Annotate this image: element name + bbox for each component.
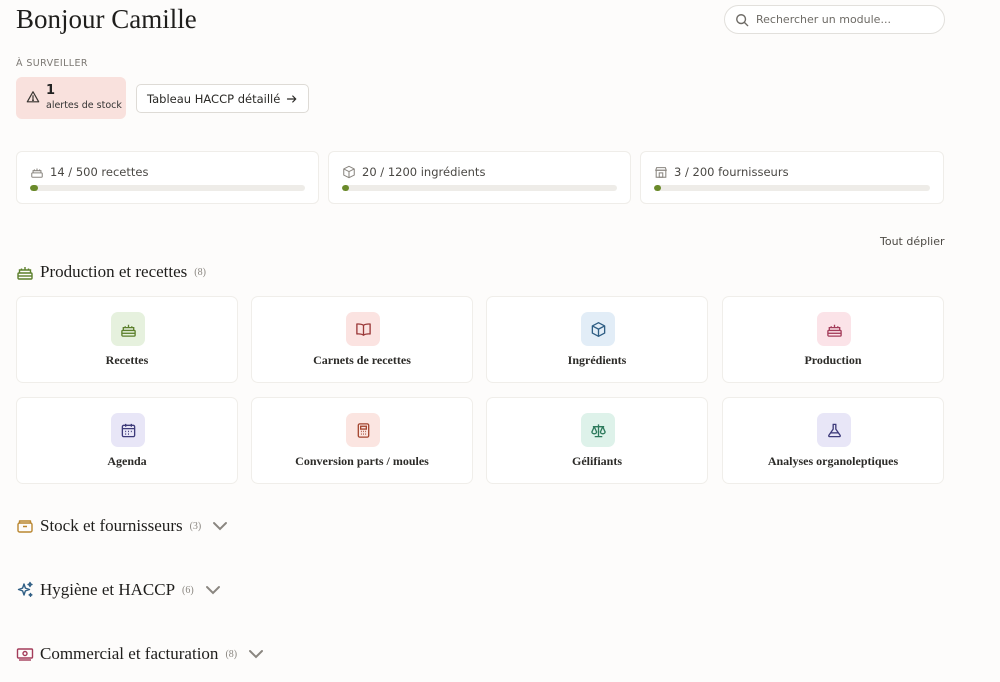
- search-box[interactable]: [724, 5, 945, 34]
- expand-all-button[interactable]: Tout déplier: [880, 235, 945, 248]
- haccp-button-label: Tableau HACCP détaillé: [147, 91, 281, 106]
- module-tile-analyses[interactable]: Analyses organoleptiques: [722, 397, 944, 484]
- stock-alert-card[interactable]: 1 alertes de stock: [16, 77, 126, 119]
- tile-label: Gélifiants: [572, 454, 622, 468]
- haccp-dashboard-button[interactable]: Tableau HACCP détaillé: [136, 84, 310, 113]
- scale-icon: [590, 423, 606, 437]
- section-commercial-header[interactable]: Commercial et facturation (8): [16, 644, 271, 664]
- page-title: Bonjour Camille: [16, 4, 197, 34]
- module-tile-conversion[interactable]: Conversion parts / moules: [251, 397, 473, 484]
- section-hygiene-header[interactable]: Hygiène et HACCP (6): [16, 580, 228, 600]
- stat-card-ingredients: 20 / 1200 ingrédients: [328, 151, 631, 204]
- section-stock-header[interactable]: Stock et fournisseurs (3): [16, 516, 235, 536]
- module-tile-carnets[interactable]: Carnets de recettes: [251, 296, 473, 383]
- calendar-icon: [121, 423, 135, 437]
- stat-label: 14 / 500 recettes: [50, 165, 149, 179]
- alert-label: alertes de stock: [46, 100, 122, 111]
- stat-card-recipes: 14 / 500 recettes: [16, 151, 319, 204]
- chevron-down-icon[interactable]: [247, 645, 265, 663]
- warning-icon: [26, 91, 40, 103]
- chevron-down-icon[interactable]: [211, 517, 229, 535]
- section-count: (8): [225, 648, 238, 660]
- search-icon: [736, 13, 749, 26]
- section-count: (3): [189, 520, 202, 532]
- sparkles-icon: [17, 581, 33, 597]
- progress-bar: [342, 185, 617, 191]
- section-title: Stock et fournisseurs: [40, 516, 183, 535]
- cake-icon: [120, 324, 136, 337]
- search-input[interactable]: [756, 13, 936, 26]
- archive-icon: [17, 520, 33, 533]
- cube-icon: [591, 321, 605, 337]
- watch-label: À SURVEILLER: [16, 58, 88, 69]
- module-tile-production[interactable]: Production: [722, 296, 944, 383]
- tile-label: Production: [804, 353, 862, 367]
- section-title: Hygiène et HACCP: [40, 580, 176, 599]
- progress-fill: [654, 185, 661, 191]
- progress-bar: [30, 185, 305, 191]
- module-tile-recettes[interactable]: Recettes: [16, 296, 238, 383]
- section-count: (8): [194, 266, 206, 278]
- banknote-icon: [16, 648, 34, 661]
- stat-label: 20 / 1200 ingrédients: [362, 165, 486, 179]
- module-tile-gelifiants[interactable]: Gélifiants: [486, 397, 708, 484]
- section-count: (6): [182, 584, 194, 596]
- cake-icon: [31, 168, 43, 178]
- progress-bar: [654, 185, 930, 191]
- section-title: Production et recettes: [40, 262, 188, 281]
- arrow-right-icon: [287, 94, 297, 103]
- module-tile-agenda[interactable]: Agenda: [16, 397, 238, 484]
- progress-fill: [342, 185, 349, 191]
- box-icon: [343, 165, 355, 179]
- chevron-down-icon[interactable]: [204, 581, 222, 599]
- tile-label: Agenda: [107, 454, 147, 468]
- stat-label: 3 / 200 fournisseurs: [674, 165, 789, 179]
- module-tile-ingredients[interactable]: Ingrédients: [486, 296, 708, 383]
- section-title: Commercial et facturation: [40, 644, 219, 663]
- tile-label: Analyses organoleptiques: [767, 454, 899, 468]
- tile-label: Recettes: [105, 353, 149, 367]
- flask-icon: [827, 423, 841, 437]
- stat-card-suppliers: 3 / 200 fournisseurs: [640, 151, 944, 204]
- cake-icon: [826, 324, 842, 337]
- calculator-icon: [357, 422, 369, 438]
- progress-fill: [30, 185, 38, 191]
- tile-label: Ingrédients: [567, 353, 627, 367]
- book-icon: [355, 322, 371, 336]
- tile-label: Conversion parts / moules: [295, 454, 429, 468]
- alert-count: 1: [46, 83, 56, 98]
- store-icon: [655, 167, 667, 178]
- section-production-header[interactable]: Production et recettes (8): [16, 262, 206, 282]
- tile-label: Carnets de recettes: [313, 353, 411, 367]
- cake-icon: [17, 267, 33, 280]
